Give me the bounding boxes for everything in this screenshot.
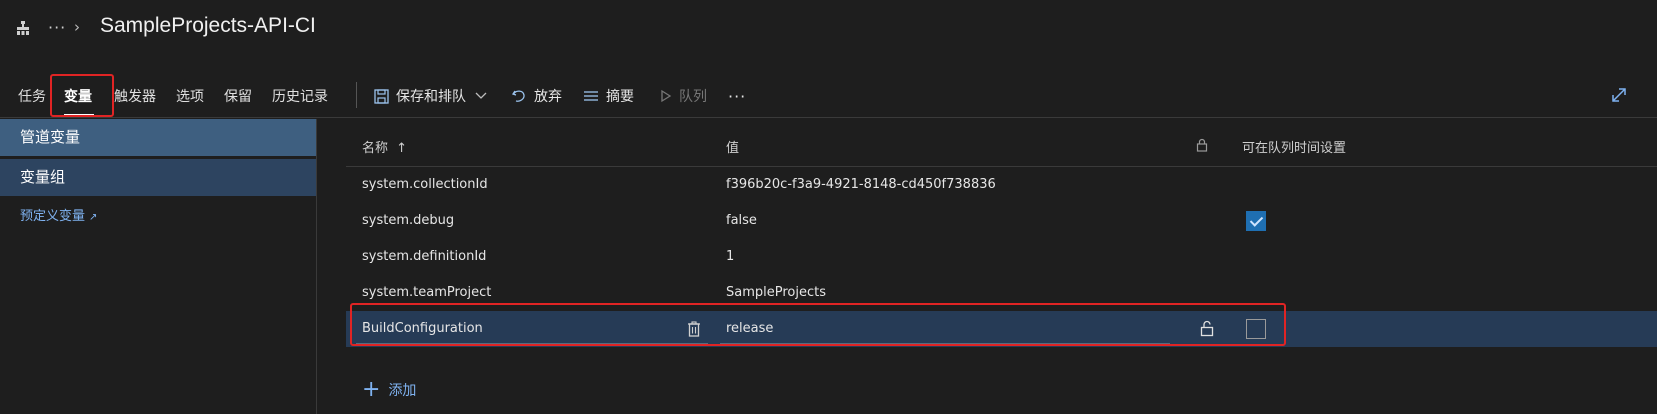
- list-icon: [584, 91, 598, 101]
- expand-icon[interactable]: [1610, 86, 1628, 104]
- summary-button[interactable]: 摘要: [583, 84, 634, 108]
- breadcrumb-chevron-icon: ›: [74, 18, 80, 36]
- grid-header: 名称 ↑ 值 可在队列时间设置: [346, 119, 1657, 167]
- discard-label: 放弃: [534, 89, 562, 105]
- predefined-variables-label: 预定义变量: [20, 209, 86, 224]
- plus-icon: +: [362, 377, 381, 402]
- page-title: SampleProjects-API-CI: [100, 14, 316, 37]
- toolbar-separator: [356, 82, 357, 108]
- lock-header-icon: [1196, 138, 1208, 152]
- unlock-icon[interactable]: [1200, 320, 1214, 337]
- save-and-queue-label: 保存和排队: [396, 89, 466, 105]
- play-icon: [661, 89, 672, 103]
- save-and-queue-button[interactable]: 保存和排队: [374, 84, 495, 108]
- variable-name: system.collectionId: [362, 177, 488, 192]
- variables-grid: 名称 ↑ 值 可在队列时间设置 system.collectionId f396…: [346, 119, 1657, 414]
- table-row[interactable]: system.collectionId f396b20c-f3a9-4921-8…: [346, 167, 1657, 203]
- external-link-icon: ↗: [89, 212, 98, 223]
- variable-name: system.teamProject: [362, 285, 492, 300]
- variable-value: SampleProjects: [726, 285, 826, 300]
- variable-value: release: [726, 321, 774, 336]
- variable-name: system.debug: [362, 213, 455, 228]
- tab-triggers[interactable]: 触发器: [114, 86, 156, 106]
- sort-arrow-icon: ↑: [396, 141, 408, 156]
- undo-icon: [511, 90, 525, 102]
- table-row[interactable]: system.definitionId 1: [346, 239, 1657, 275]
- queue-button[interactable]: 队列: [660, 84, 707, 108]
- column-header-value: 值: [726, 141, 740, 156]
- chevron-down-icon: [475, 92, 487, 99]
- trash-icon[interactable]: [687, 321, 701, 337]
- variable-name-input[interactable]: BuildConfiguration: [356, 314, 708, 344]
- table-row[interactable]: system.debug false: [346, 203, 1657, 239]
- column-header-name-label: 名称: [362, 141, 389, 156]
- add-variable-label: 添加: [388, 383, 417, 399]
- column-header-name[interactable]: 名称 ↑: [362, 137, 407, 156]
- tab-variables[interactable]: 变量: [64, 86, 92, 106]
- summary-label: 摘要: [606, 89, 634, 105]
- breadcrumb-more-button[interactable]: ···: [48, 18, 66, 37]
- sidebar: 管道变量 变量组 预定义变量 ↗: [0, 119, 317, 414]
- variable-name: system.definitionId: [362, 249, 487, 264]
- add-variable-button[interactable]: + 添加: [362, 377, 417, 402]
- sidebar-item-variable-groups[interactable]: 变量组: [0, 159, 316, 196]
- tab-history[interactable]: 历史记录: [272, 86, 328, 106]
- table-row[interactable]: system.teamProject SampleProjects: [346, 275, 1657, 311]
- header-bar: ··· › SampleProjects-API-CI: [0, 0, 1657, 60]
- predefined-variables-link[interactable]: 预定义变量 ↗: [20, 205, 97, 224]
- settable-checkbox[interactable]: [1246, 319, 1266, 339]
- discard-button[interactable]: 放弃: [511, 84, 562, 108]
- pipeline-icon: [17, 21, 29, 35]
- variable-value-input[interactable]: release: [720, 314, 1170, 344]
- variable-value: false: [726, 213, 757, 228]
- save-icon: [374, 88, 389, 104]
- tab-options[interactable]: 选项: [176, 86, 204, 106]
- queue-label: 队列: [679, 89, 707, 105]
- variable-value: f396b20c-f3a9-4921-8148-cd450f738836: [726, 177, 996, 192]
- variable-value: 1: [726, 249, 735, 264]
- sidebar-item-pipeline-variables[interactable]: 管道变量: [0, 119, 316, 156]
- settable-checkbox[interactable]: [1246, 211, 1266, 231]
- toolbar: 任务 变量 触发器 选项 保留 历史记录 保存和排队 放弃 摘要 队列 ···: [0, 74, 1657, 118]
- active-tab-indicator: [64, 114, 94, 116]
- variable-name: BuildConfiguration: [362, 321, 483, 336]
- tab-tasks[interactable]: 任务: [18, 86, 46, 106]
- table-row-selected[interactable]: BuildConfiguration release: [346, 311, 1657, 347]
- tab-retention[interactable]: 保留: [224, 86, 252, 106]
- more-actions-button[interactable]: ···: [728, 84, 746, 108]
- column-header-settable: 可在队列时间设置: [1242, 141, 1347, 156]
